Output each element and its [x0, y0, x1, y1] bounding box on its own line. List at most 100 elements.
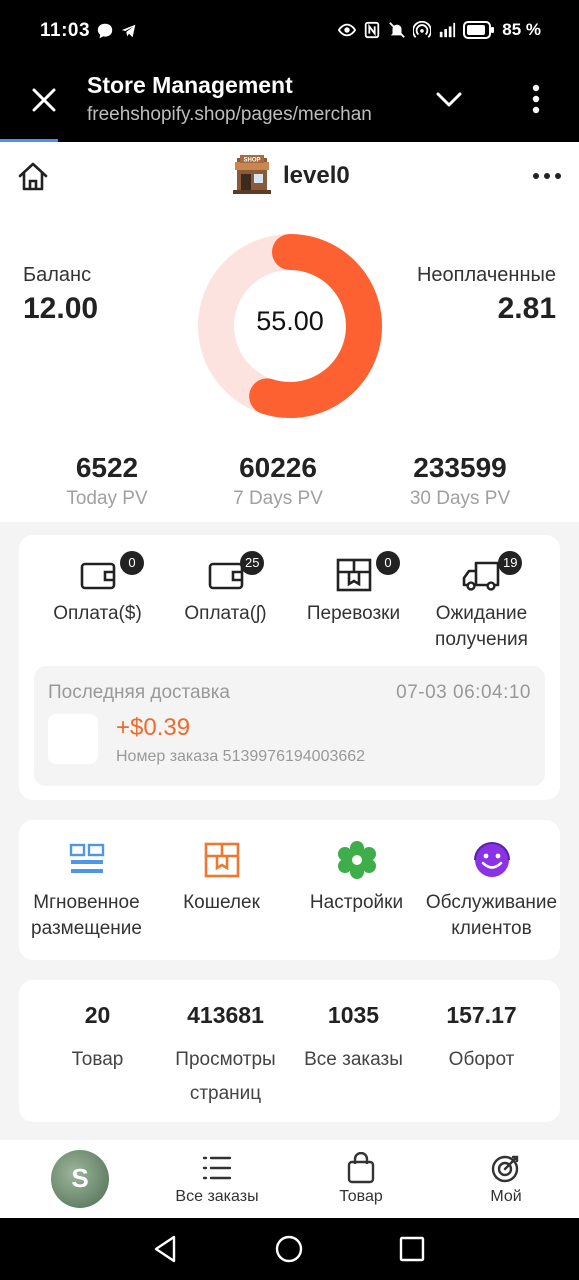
shopping-bag-icon — [347, 1152, 375, 1184]
store-logo: SHOP — [233, 155, 271, 194]
product-thumbnail — [48, 714, 98, 764]
order-status-paid-usd[interactable]: 0 Оплата($) — [30, 547, 165, 627]
order-status-shipping[interactable]: 0 Перевозки — [286, 547, 421, 627]
browser-title: Store Management — [87, 72, 293, 98]
tools-card: Мгновенное размещение Кошелек Настройки … — [19, 820, 560, 960]
last-delivery-panel[interactable]: Последняя доставка 07-03 06:04:10 +$0.39… — [34, 666, 545, 786]
stat-products[interactable]: 20 Товар — [30, 1002, 165, 1077]
more-horizontal-icon[interactable] — [532, 166, 562, 186]
stat-label: Товар — [71, 1049, 124, 1070]
store-level: level0 — [283, 162, 350, 189]
tab-label: Все заказы — [175, 1188, 259, 1205]
summary-section: SHOP level0 Баланс 12.00 Неоплаченные 2.… — [0, 142, 579, 522]
close-icon[interactable] — [28, 84, 60, 116]
stat-value: 413681 — [187, 1002, 264, 1028]
home-icon[interactable] — [16, 160, 50, 194]
tool-settings[interactable]: Настройки — [289, 840, 424, 916]
order-status-label: Оплата(ʃ) — [184, 603, 267, 624]
tab-label: Мой — [490, 1188, 522, 1205]
stat-value: 20 — [84, 1002, 111, 1028]
stat-label: Просмотры страниц — [175, 1049, 276, 1104]
telegram-icon — [121, 24, 136, 38]
list-icon — [202, 1156, 232, 1180]
pv-value: 233599 — [413, 452, 507, 483]
order-status-label: Перевозки — [306, 603, 401, 624]
stat-value: 157.17 — [446, 1002, 517, 1028]
pv-value: 60226 — [239, 452, 317, 483]
more-vertical-icon[interactable] — [524, 82, 548, 116]
order-status-label: Ожидание получения — [435, 603, 528, 650]
tool-label: Обслуживание клиентов — [425, 892, 558, 939]
box-icon — [336, 558, 371, 592]
last-delivery-time: 07-03 06:04:10 — [396, 682, 531, 703]
stat-label: Все заказы — [304, 1049, 403, 1070]
tool-label: Кошелек — [183, 892, 260, 913]
status-time: 11:03 — [40, 20, 91, 41]
order-count-badge: 19 — [498, 551, 523, 575]
browser-url[interactable]: freehshopify.shop/pages/merchan — [87, 104, 403, 126]
pv-label: Today PV — [66, 488, 148, 509]
battery-icon — [463, 21, 495, 39]
order-status-label: Оплата($) — [53, 603, 142, 624]
order-status-paid-alt[interactable]: 25 Оплата(ʃ) — [158, 547, 293, 627]
settings-gear-icon — [337, 841, 376, 879]
store-dashboard: SHOP level0 Баланс 12.00 Неоплаченные 2.… — [0, 142, 579, 1140]
mute-bell-icon — [389, 22, 406, 38]
tool-label: Настройки — [309, 892, 404, 913]
stats-card: 20 Товар 413681 Просмотры страниц 1035 В… — [19, 980, 560, 1122]
wallet-icon — [80, 562, 115, 590]
support-agent-icon — [473, 842, 510, 877]
pv-label: 30 Days PV — [409, 488, 511, 509]
pv-label: 7 Days PV — [233, 488, 323, 509]
wallet-box-icon — [204, 842, 239, 878]
order-count-badge: 0 — [376, 551, 400, 575]
avatar[interactable]: S — [51, 1150, 109, 1208]
order-count-badge: 25 — [240, 551, 265, 575]
home-circle-icon[interactable] — [274, 1234, 304, 1264]
stat-all-orders[interactable]: 1035 Все заказы — [286, 1002, 421, 1077]
last-delivery-amount: +$0.39 — [116, 714, 191, 741]
pv-7days: 60226 7 Days PV — [198, 452, 358, 510]
store-logo-text: SHOP — [243, 158, 260, 164]
hotspot-icon — [413, 21, 432, 38]
grid-list-icon — [69, 843, 104, 873]
order-status-awaiting[interactable]: 19 Ожидание получения — [414, 547, 549, 653]
stat-page-views[interactable]: 413681 Просмотры страниц — [158, 1002, 293, 1111]
battery-percent: 85 % — [502, 20, 541, 39]
avatar-letter: S — [71, 1163, 89, 1193]
tab-all-orders[interactable]: Все заказы — [157, 1152, 277, 1206]
pv-today: 6522 Today PV — [27, 452, 187, 510]
nfc-icon — [365, 21, 380, 39]
stat-turnover[interactable]: 157.17 Оборот — [414, 1002, 549, 1077]
back-icon[interactable] — [152, 1234, 180, 1264]
chevron-down-icon[interactable] — [434, 84, 464, 114]
pv-value: 6522 — [75, 452, 139, 483]
unpaid-value: 2.81 — [497, 292, 556, 325]
truck-icon — [462, 561, 499, 591]
browser-header: Store Management freehshopify.shop/pages… — [0, 64, 579, 142]
chat-bubble-icon — [97, 23, 113, 39]
last-delivery-title: Последняя доставка — [48, 682, 230, 703]
signal-icon — [440, 22, 456, 38]
bottom-tab-bar: S Все заказы Товар Мой — [0, 1140, 579, 1218]
tool-wallet[interactable]: Кошелек — [154, 840, 289, 916]
tool-customer-service[interactable]: Обслуживание клиентов — [424, 840, 559, 942]
tab-label: Товар — [339, 1188, 383, 1205]
target-icon — [491, 1155, 519, 1183]
system-navigation-bar — [0, 1218, 579, 1280]
tab-mine[interactable]: Мой — [446, 1152, 566, 1206]
status-notification-icons — [96, 22, 138, 40]
donut-center-value: 55.00 — [256, 306, 324, 336]
status-system-icons: 85 % — [338, 20, 541, 40]
balance-value: 12.00 — [23, 292, 99, 325]
stat-value: 1035 — [327, 1002, 380, 1028]
balance-label: Баланс — [23, 264, 92, 286]
last-delivery-order-number: Номер заказа 5139976194003662 — [116, 748, 366, 765]
status-bar: 11:03 85 % — [0, 0, 579, 64]
recent-apps-icon[interactable] — [398, 1235, 426, 1263]
tool-label: Мгновенное размещение — [31, 892, 142, 939]
eye-icon — [338, 23, 357, 37]
orders-card: 0 Оплата($) 25 Оплата(ʃ) 0 Перевозки 19 … — [19, 535, 560, 800]
tool-instant-listing[interactable]: Мгновенное размещение — [19, 840, 154, 942]
tab-products[interactable]: Товар — [301, 1152, 421, 1206]
